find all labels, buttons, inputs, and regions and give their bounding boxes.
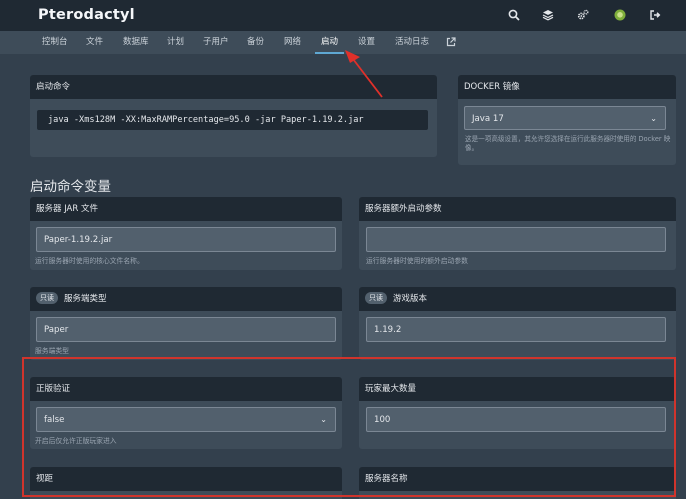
tab-console[interactable]: 控制台: [42, 31, 68, 54]
tab-schedules[interactable]: 计划: [167, 31, 184, 54]
docker-image-header: DOCKER 镜像: [458, 75, 676, 99]
startup-command-header: 启动命令: [30, 75, 437, 99]
variable-label: 游戏版本: [393, 294, 428, 304]
server-jar-input[interactable]: Paper-1.19.2.jar: [36, 227, 336, 252]
server-subnav: 控制台 文件 数据库 计划 子用户 备份 网络 启动 设置 活动日志: [0, 31, 686, 54]
tab-backups[interactable]: 备份: [247, 31, 264, 54]
search-icon[interactable]: [507, 8, 521, 22]
tab-startup[interactable]: 启动: [314, 31, 345, 54]
app-title[interactable]: Pterodactyl: [38, 7, 135, 23]
avatar[interactable]: [613, 8, 627, 22]
variable-label: 服务器额外启动参数: [359, 197, 676, 221]
variable-description: 运行服务器时使用的额外启动参数: [366, 257, 468, 265]
variables-title: 启动命令变量: [30, 179, 111, 195]
docker-image-description: 这是一项高级设置，其允许您选择在运行此服务器时使用的 Docker 映像。: [465, 135, 671, 152]
tab-users[interactable]: 子用户: [203, 31, 229, 54]
readonly-badge: 只读: [36, 292, 58, 304]
tab-files[interactable]: 文件: [86, 31, 103, 54]
readonly-badge: 只读: [365, 292, 387, 304]
annotation-highlight-box: [22, 357, 676, 497]
startup-command-display: java -Xms128M -XX:MaxRAMPercentage=95.0 …: [37, 110, 428, 130]
chevron-down-icon: ⌄: [650, 114, 657, 123]
server-type-input: Paper: [36, 317, 336, 342]
tab-settings[interactable]: 设置: [358, 31, 375, 54]
logout-icon[interactable]: [648, 8, 662, 22]
docker-image-select[interactable]: Java 17 ⌄: [464, 106, 666, 130]
docker-image-value: Java 17: [472, 114, 504, 124]
top-navbar: Pterodactyl: [0, 0, 686, 31]
external-link-icon[interactable]: [446, 31, 456, 54]
extra-args-input[interactable]: [366, 227, 666, 252]
game-version-input: 1.19.2: [366, 317, 666, 342]
gears-icon[interactable]: [576, 8, 590, 22]
variable-label: 服务端类型: [64, 294, 107, 304]
variable-description: 服务端类型: [35, 347, 69, 355]
tab-network[interactable]: 网络: [284, 31, 301, 54]
variable-label: 服务器 JAR 文件: [30, 197, 342, 221]
variable-description: 运行服务器时使用的核心文件名称。: [35, 257, 144, 265]
tab-databases[interactable]: 数据库: [123, 31, 149, 54]
tab-activity[interactable]: 活动日志: [395, 31, 429, 54]
layers-icon[interactable]: [541, 8, 555, 22]
